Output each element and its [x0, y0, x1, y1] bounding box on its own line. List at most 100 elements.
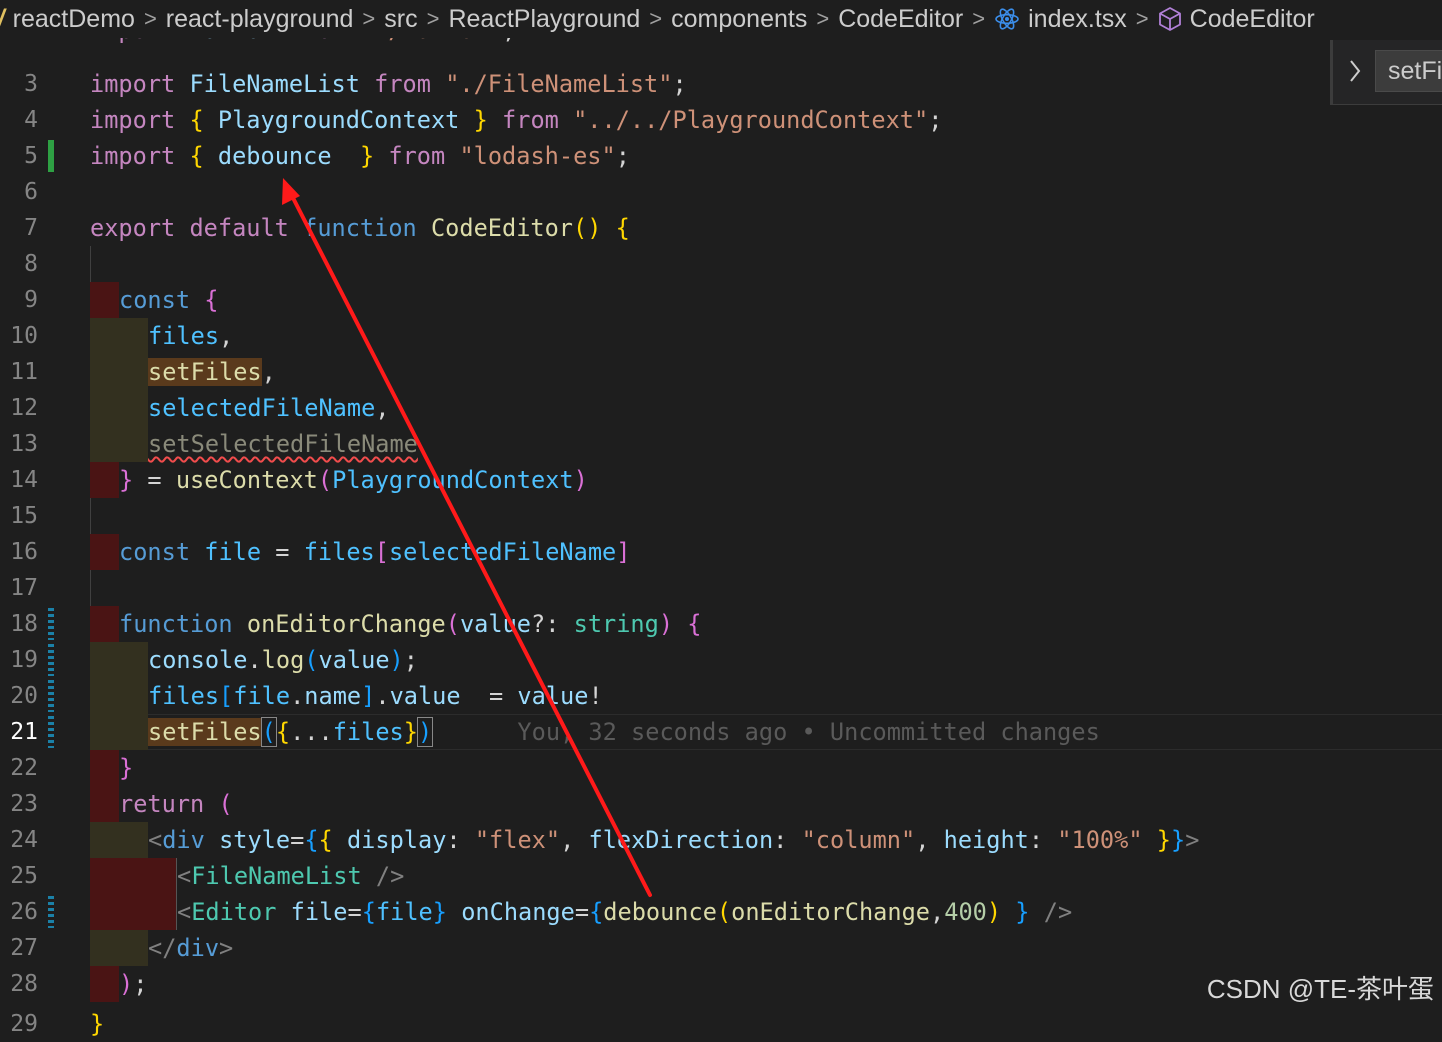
- code-line[interactable]: 19 console.log(value);: [0, 642, 1442, 678]
- code-line[interactable]: 13 setSelectedFileName: [0, 426, 1442, 462]
- chevron-right-icon: >: [649, 6, 663, 31]
- breadcrumb-item-index-tsx[interactable]: index.tsx: [1028, 5, 1127, 34]
- code-line[interactable]: 9 const {: [0, 282, 1442, 318]
- breadcrumb-item-codeeditor-folder[interactable]: CodeEditor: [838, 5, 963, 34]
- chevron-right-icon: >: [143, 6, 157, 31]
- git-modified-marker[interactable]: [48, 644, 54, 676]
- breadcrumb: / reactDemo > react-playground > src > R…: [0, 0, 1442, 38]
- code-text: function onEditorChange(value?: string) …: [119, 610, 702, 638]
- code-text: import FileNameList from "./FileNameList…: [90, 70, 687, 98]
- code-text: <FileNameList />: [177, 862, 405, 890]
- git-modified-marker[interactable]: [48, 608, 54, 640]
- watermark: CSDN @TE-茶叶蛋: [1206, 974, 1434, 1004]
- symbol-cube-icon: [1158, 6, 1182, 32]
- line-number: 11: [10, 359, 38, 385]
- git-modified-marker[interactable]: [48, 716, 54, 748]
- breadcrumb-item-react-playground[interactable]: react-playground: [166, 5, 354, 34]
- code-line[interactable]: 23 return (: [0, 786, 1442, 822]
- git-added-marker[interactable]: [48, 140, 54, 172]
- code-line[interactable]: 3 import FileNameList from "./FileNameLi…: [0, 66, 1442, 102]
- code-line[interactable]: 12 selectedFileName,: [0, 390, 1442, 426]
- folder-icon: /: [0, 5, 5, 33]
- code-text: import { debounce } from "lodash-es";: [90, 142, 630, 170]
- code-line[interactable]: 6: [0, 174, 1442, 210]
- line-number: 22: [10, 755, 38, 781]
- code-line[interactable]: 20 files[file.name].value = value!: [0, 678, 1442, 714]
- line-number: 10: [10, 323, 38, 349]
- git-modified-marker[interactable]: [48, 680, 54, 712]
- chevron-right-icon: >: [426, 6, 440, 31]
- breadcrumb-item-reactdemo[interactable]: reactDemo: [13, 5, 135, 34]
- react-icon: [994, 6, 1020, 32]
- code-line[interactable]: 15: [0, 498, 1442, 534]
- line-number: 26: [10, 899, 38, 925]
- code-editor[interactable]: 2 import Editor from "./Editor"; 3 impor…: [0, 16, 1442, 1038]
- code-text: return (: [119, 790, 233, 818]
- code-line[interactable]: 8: [0, 246, 1442, 282]
- line-number: 6: [24, 179, 38, 205]
- code-text: }: [119, 754, 134, 782]
- chevron-right-icon: >: [362, 6, 376, 31]
- line-number: 7: [24, 215, 38, 241]
- line-number: 3: [24, 71, 38, 97]
- code-line[interactable]: 22 }: [0, 750, 1442, 786]
- line-number: 4: [24, 107, 38, 133]
- code-line[interactable]: 18 function onEditorChange(value?: strin…: [0, 606, 1442, 642]
- code-line[interactable]: 4 import { PlaygroundContext } from "../…: [0, 102, 1442, 138]
- code-text: const {: [119, 286, 219, 314]
- line-number: 13: [10, 431, 38, 457]
- code-text: import { PlaygroundContext } from "../..…: [90, 106, 943, 134]
- code-line[interactable]: 14 } = useContext(PlaygroundContext): [0, 462, 1442, 498]
- line-number: 18: [10, 611, 38, 637]
- line-number: 5: [24, 143, 38, 169]
- line-number: 28: [10, 971, 38, 997]
- line-number: 9: [24, 287, 38, 313]
- code-line[interactable]: 25 <FileNameList />: [0, 858, 1442, 894]
- code-line[interactable]: 24 <div style={{ display: "flex", flexDi…: [0, 822, 1442, 858]
- line-number: 17: [10, 575, 38, 601]
- code-line[interactable]: 11 setFiles,: [0, 354, 1442, 390]
- line-number: 25: [10, 863, 38, 889]
- code-text: setFiles({...files}) You, 32 seconds ago…: [148, 717, 1100, 747]
- code-text: } = useContext(PlaygroundContext): [119, 466, 588, 494]
- code-line[interactable]: 5 import { debounce } from "lodash-es";: [0, 138, 1442, 174]
- code-line[interactable]: 27 </div>: [0, 930, 1442, 966]
- code-line[interactable]: 16 const file = files[selectedFileName]: [0, 534, 1442, 570]
- code-text: }: [90, 1010, 105, 1038]
- code-text: selectedFileName,: [148, 394, 390, 422]
- code-line[interactable]: 7 export default function CodeEditor() {: [0, 210, 1442, 246]
- code-text: setFiles,: [148, 358, 276, 386]
- line-number: 24: [10, 827, 38, 853]
- code-text: </div>: [148, 934, 234, 962]
- line-number: 21: [10, 719, 38, 745]
- chevron-right-icon[interactable]: [1347, 58, 1363, 88]
- breadcrumb-item-src[interactable]: src: [384, 5, 417, 34]
- chevron-right-icon: >: [972, 6, 986, 31]
- find-input[interactable]: setFiles: [1375, 50, 1442, 92]
- find-widget: setFiles: [1330, 40, 1442, 105]
- code-line[interactable]: 29 }: [0, 1002, 1442, 1038]
- code-line[interactable]: 10 files,: [0, 318, 1442, 354]
- line-number: 20: [10, 683, 38, 709]
- code-text: console.log(value);: [148, 646, 418, 674]
- git-modified-marker[interactable]: [48, 896, 54, 928]
- line-number: 15: [10, 503, 38, 529]
- code-line-current[interactable]: 21 setFiles({...files}) You, 32 seconds …: [0, 714, 1442, 750]
- chevron-right-icon: >: [1135, 6, 1149, 31]
- code-text: export default function CodeEditor() {: [90, 214, 630, 242]
- code-line[interactable]: 26 <Editor file={file} onChange={debounc…: [0, 894, 1442, 930]
- code-text: setSelectedFileName: [148, 426, 418, 462]
- code-text: files,: [148, 322, 234, 350]
- code-text: files[file.name].value = value!: [148, 682, 603, 710]
- breadcrumb-item-components[interactable]: components: [671, 5, 807, 34]
- breadcrumb-item-reactplayground[interactable]: ReactPlayground: [448, 5, 640, 34]
- git-blame-annotation: You, 32 seconds ago • Uncommitted change…: [517, 718, 1100, 746]
- line-number: 14: [10, 467, 38, 493]
- code-text: <div style={{ display: "flex", flexDirec…: [148, 826, 1200, 854]
- code-text: <Editor file={file} onChange={debounce(o…: [177, 898, 1073, 926]
- line-number: 19: [10, 647, 38, 673]
- breadcrumb-item-codeeditor-symbol[interactable]: CodeEditor: [1190, 5, 1315, 34]
- line-number: 8: [24, 251, 38, 277]
- line-number: 29: [10, 1011, 38, 1037]
- code-line[interactable]: 17: [0, 570, 1442, 606]
